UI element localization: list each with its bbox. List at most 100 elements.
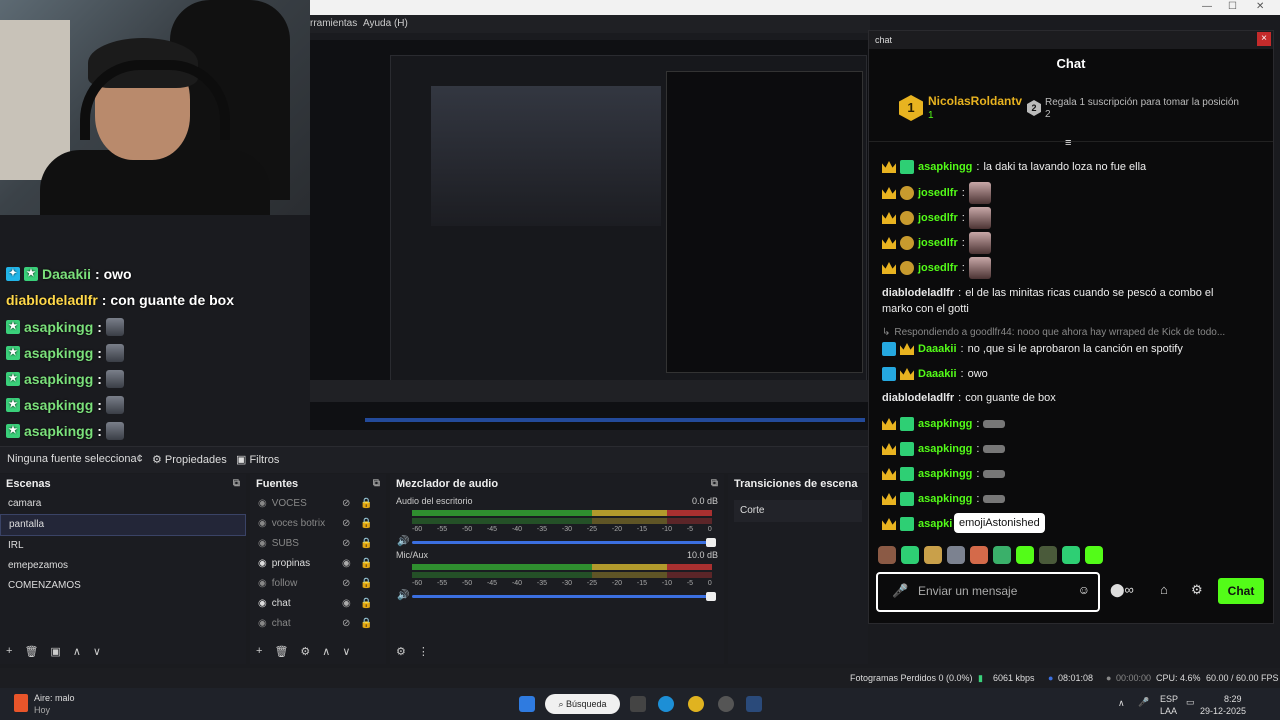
emote-icon[interactable] <box>1062 546 1080 564</box>
mic-icon[interactable]: 🎤 <box>892 583 908 599</box>
minimize-button[interactable]: — <box>1202 1 1212 12</box>
more-icon[interactable]: ⋮ <box>418 645 429 658</box>
sub-badge-icon <box>900 517 914 531</box>
emoji-picker-icon[interactable]: ☺ <box>1078 583 1090 597</box>
gear-icon[interactable]: ⚙ <box>1191 582 1203 598</box>
trash-icon[interactable]: 🗑 <box>274 645 288 658</box>
transition-select[interactable]: Corte <box>734 500 862 522</box>
emote-icon[interactable] <box>970 546 988 564</box>
reply-context[interactable]: ↳ Respondiendo a goodlfr44: nooo que ahor… <box>882 327 1225 338</box>
scene-item[interactable]: camara <box>0 494 246 514</box>
lock-icon: 🔒 <box>360 498 373 509</box>
close-icon[interactable]: × <box>1257 32 1271 46</box>
chrome-icon[interactable] <box>688 696 704 712</box>
source-item[interactable]: ◉ VOCES ⊘ 🔒 <box>250 494 386 514</box>
add-icon[interactable]: + <box>256 645 262 658</box>
emote-icon[interactable] <box>993 546 1011 564</box>
edge-icon[interactable] <box>658 696 674 712</box>
store-icon[interactable]: ⌂ <box>1160 582 1168 597</box>
sub-badge-icon <box>900 417 914 431</box>
down-icon[interactable]: ∨ <box>93 645 101 658</box>
emote-icon <box>105 318 124 336</box>
eye-hidden-icon: ⊘ <box>342 518 351 529</box>
sub-badge-icon <box>900 467 914 481</box>
globe-icon: ◉ <box>258 618 267 629</box>
filters-button[interactable]: ▣ Filtros <box>236 453 279 466</box>
windows-start-icon[interactable] <box>519 696 535 712</box>
emote-icon[interactable] <box>1039 546 1057 564</box>
badge-icon: ★ <box>6 346 20 360</box>
slider-handle[interactable] <box>706 538 716 547</box>
mic-icon[interactable]: 🎤 <box>1138 697 1149 708</box>
emote-icon[interactable] <box>1085 546 1103 564</box>
scene-item[interactable]: COMENZAMOS <box>0 576 246 596</box>
volume-slider[interactable] <box>412 592 716 601</box>
pinned-toggle-icon[interactable]: ≡ <box>1065 137 1071 149</box>
task-view-icon[interactable] <box>630 696 646 712</box>
network-icon[interactable]: ▭ <box>1186 697 1195 708</box>
scene-item[interactable]: IRL <box>0 536 246 556</box>
obs-icon[interactable] <box>718 696 734 712</box>
emote-icon[interactable] <box>947 546 965 564</box>
speaker-icon[interactable]: 🔊 <box>397 590 409 601</box>
overlay-line: ★ asapkingg : <box>6 370 124 388</box>
source-item[interactable]: ◉ voces botrix ⊘ 🔒 <box>250 514 386 534</box>
source-item[interactable]: ◉ chat ◉ 🔒 <box>250 594 386 614</box>
crown-icon <box>900 343 914 355</box>
emoji-tooltip: emojiAstonished <box>954 513 1045 533</box>
down-icon[interactable]: ∨ <box>342 645 350 658</box>
send-chat-button[interactable]: Chat <box>1218 578 1264 604</box>
chat-message: diablodeladlfr: con guante de box <box>882 392 1056 404</box>
gear-icon[interactable]: ⚙ <box>396 645 406 658</box>
emote-icon[interactable] <box>901 546 919 564</box>
volume-slider[interactable] <box>412 538 716 547</box>
chat-message: asapkingg: la daki ta lavando loza no fue… <box>882 160 1146 174</box>
chat-input[interactable]: 🎤 Enviar un mensaje ☺ <box>876 572 1100 612</box>
source-item[interactable]: ◉ follow ⊘ 🔒 <box>250 574 386 594</box>
properties-button[interactable]: ⚙ Propiedades <box>152 453 227 466</box>
source-item[interactable]: ◉ propinas ◉ 🔒 <box>250 554 386 574</box>
overlay-line: ★ asapkingg : <box>6 344 124 362</box>
emote-icon <box>105 396 124 414</box>
add-icon[interactable]: + <box>6 645 12 658</box>
source-item[interactable]: ◉ SUBS ⊘ 🔒 <box>250 534 386 554</box>
leader-name[interactable]: NicolasRoldantv <box>928 94 1022 108</box>
emote-icon[interactable] <box>878 546 896 564</box>
scene-item-selected[interactable]: pantalla <box>0 514 246 536</box>
eye-hidden-icon: ⊘ <box>342 578 351 589</box>
points-icon[interactable]: ⬤∞ <box>1110 582 1134 598</box>
source-item[interactable]: ◉ chat ⊘ 🔒 <box>250 614 386 634</box>
popout-icon[interactable]: ⧉ <box>711 474 718 494</box>
menu-help[interactable]: Ayuda (H) <box>363 18 408 29</box>
taskbar-search[interactable]: ⌕ Búsqueda <box>545 694 620 714</box>
nested-webcam <box>431 86 661 226</box>
meter-scale: -60 -55 -50 -45 -40 -35 -30 -25 -20 -15 -10 -5 0 <box>412 580 712 587</box>
trash-icon[interactable]: 🗑 <box>24 645 38 658</box>
weather-icon[interactable] <box>14 694 28 712</box>
emote-icon[interactable] <box>924 546 942 564</box>
chevron-up-icon[interactable]: ∧ <box>1118 698 1125 709</box>
filter-icon[interactable]: ▣ <box>50 645 60 658</box>
maximize-button[interactable]: ☐ <box>1228 1 1237 12</box>
gear-icon[interactable]: ⚙ <box>300 645 310 658</box>
scene-item[interactable]: emepezamos <box>0 556 246 576</box>
menu-tools[interactable]: rramientas <box>310 18 357 29</box>
chat-message: Daaakii: no ,que si le aprobaron la canci… <box>882 342 1183 356</box>
scenes-dock: Escenas ⧉ camara pantalla IRL emepezamos … <box>0 474 246 664</box>
popout-icon[interactable]: ⧉ <box>373 474 380 494</box>
gift-prompt[interactable]: Regala 1 suscripción para tomar la posic… <box>1045 97 1245 121</box>
emote-icon[interactable] <box>1016 546 1034 564</box>
filter-icon: ▣ <box>236 454 250 466</box>
preview-scrollbar[interactable] <box>365 418 865 422</box>
popout-icon[interactable]: ⧉ <box>233 474 240 494</box>
up-icon[interactable]: ∧ <box>73 645 81 658</box>
preview-canvas[interactable] <box>310 40 870 430</box>
overlay-line: ★ asapkingg : <box>6 422 124 440</box>
steam-icon[interactable] <box>746 696 762 712</box>
up-icon[interactable]: ∧ <box>322 645 330 658</box>
close-button[interactable]: ✕ <box>1256 1 1264 12</box>
slider-handle[interactable] <box>706 592 716 601</box>
lock-icon: 🔒 <box>360 538 373 549</box>
speaker-icon[interactable]: 🔊 <box>397 536 409 547</box>
overlay-line: diablodeladlfr : con guante de box <box>6 292 235 308</box>
